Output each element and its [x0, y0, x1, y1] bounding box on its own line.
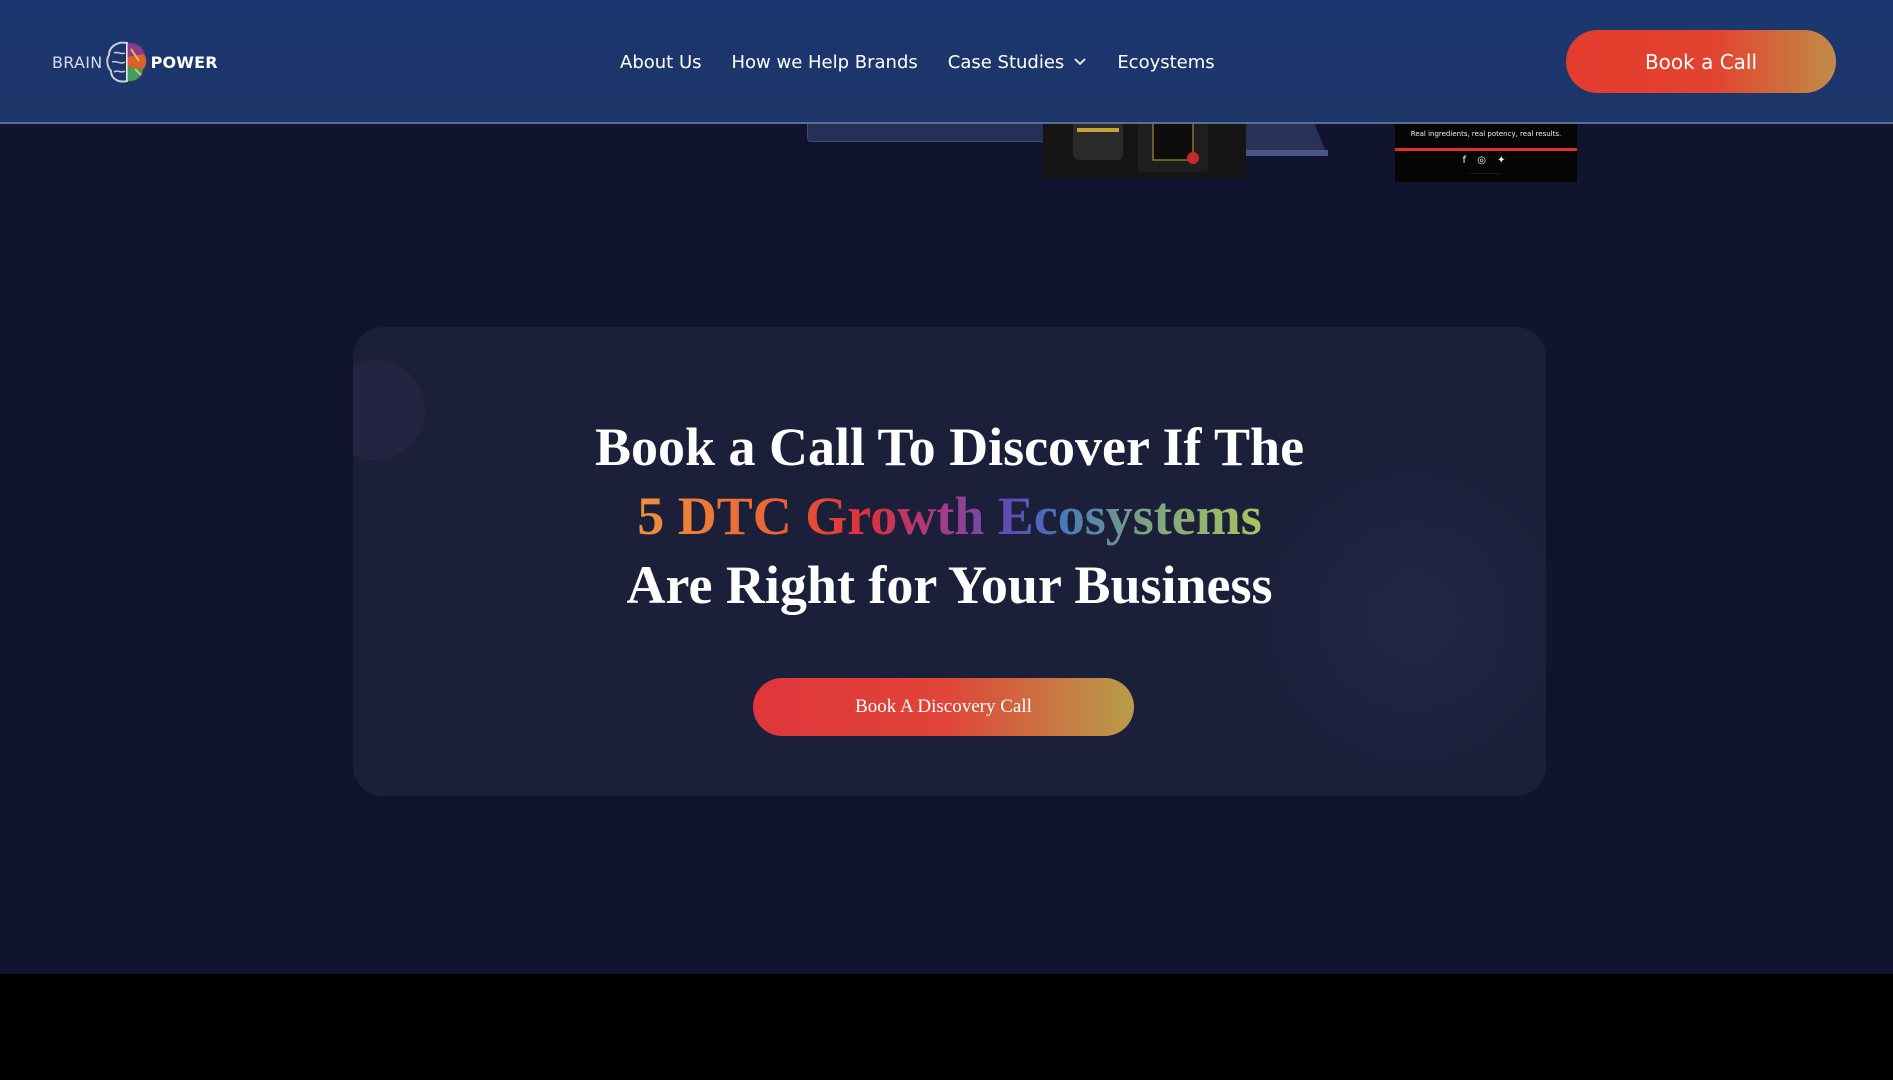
cta-headline-line-1: Book a Call To Discover If The	[594, 417, 1305, 477]
cta-headline: Book a Call To Discover If The 5 DTC Gro…	[353, 413, 1546, 620]
footer-preview-tagline: Real ingredients, real potency, real res…	[1410, 130, 1562, 138]
nav-case-studies-label: Case Studies	[947, 51, 1065, 73]
brand-logo[interactable]: BRAIN POWER	[52, 38, 218, 86]
discovery-call-card: Book a Call To Discover If The 5 DTC Gro…	[353, 327, 1546, 796]
chevron-down-icon	[1074, 58, 1086, 66]
cta-headline-line-3: Are Right for Your Business	[626, 555, 1273, 615]
nav-how-we-help-brands-label: How we Help Brands	[731, 51, 918, 73]
brain-icon	[105, 41, 147, 83]
site-header: BRAIN POWER About Us How we Help Brands …	[0, 0, 1893, 124]
nav-case-studies[interactable]: Case Studies	[948, 52, 1088, 73]
book-discovery-call-button[interactable]: Book A Discovery Call	[753, 678, 1134, 736]
footer-preview-smallprint: .........................	[1470, 170, 1502, 175]
nav-about-us-label: About Us	[620, 51, 702, 73]
nav-how-we-help-brands[interactable]: How we Help Brands	[732, 52, 918, 73]
logo-text-brain: BRAIN	[52, 52, 103, 72]
nav-ecoystems[interactable]: Ecoystems	[1117, 52, 1214, 73]
logo-text-power: POWER	[150, 52, 218, 72]
footer-preview-divider	[1395, 148, 1577, 151]
cta-headline-highlight: 5 DTC Growth Ecosystems	[637, 486, 1262, 546]
footer-band	[0, 974, 1893, 1080]
nav-about-us[interactable]: About Us	[620, 52, 702, 73]
main-nav: About Us How we Help Brands Case Studies…	[620, 46, 1245, 78]
book-a-call-button[interactable]: Book a Call	[1566, 30, 1836, 93]
nav-ecoystems-label: Ecoystems	[1117, 51, 1215, 73]
footer-preview-social-icons: f ◎ ✦	[1462, 155, 1510, 166]
